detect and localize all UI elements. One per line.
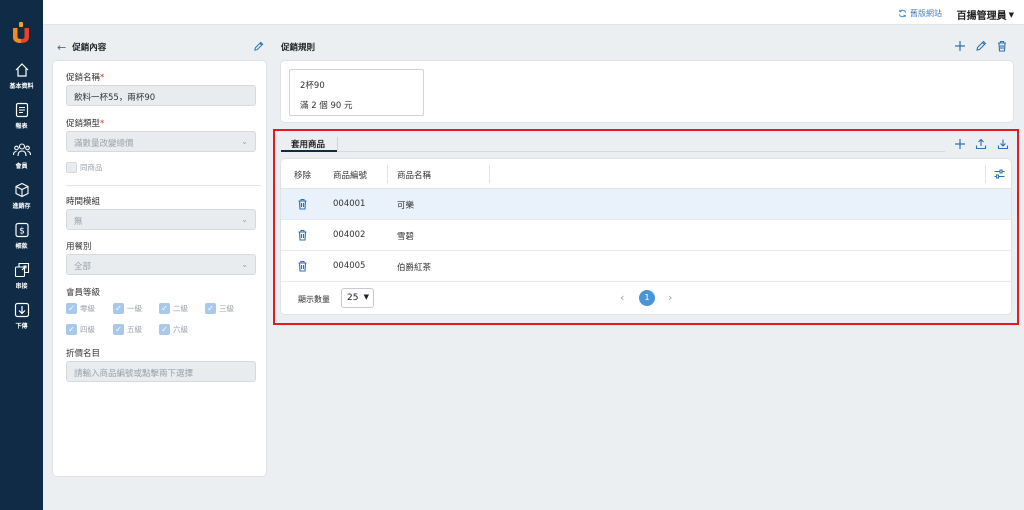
sidebar-item-basic-data[interactable]: 基本資料 [0,62,43,90]
promo-type-select[interactable]: 滿數量改變總價 ⌄ [66,131,256,152]
check-icon: ✓ [205,303,216,314]
svg-text:$: $ [19,227,25,237]
member-level-label: 三級 [219,304,234,313]
chevron-down-icon: ⌄ [241,215,248,224]
promo-content-header: ← 促銷內容 [52,38,266,56]
promo-type-value: 滿數量改變總價 [74,139,134,149]
member-level-label: 四級 [80,325,95,334]
edit-icon[interactable] [975,40,987,52]
sidebar-item-label: 會員 [15,163,28,170]
chevron-down-icon: ⌄ [241,137,248,146]
member-level-checkbox[interactable]: ✓ 五級 [113,324,142,335]
sidebar-item-billing[interactable]: $ 帳款 [0,222,43,250]
app-logo [13,22,29,43]
back-arrow-icon[interactable]: ← [57,41,66,54]
billing-icon: $ [14,222,29,238]
inventory-icon [14,182,29,198]
sidebar-item-members[interactable]: 會員 [0,142,43,170]
same-item-label: 同商品 [80,163,103,172]
check-icon: ✓ [66,303,77,314]
promo-rules-header: 促銷規則 [281,38,1011,56]
promo-name-field[interactable]: 飲料一杯55，兩杯90 [66,85,256,106]
rule-card[interactable]: 2杯90 滿 2 個 90 元 [289,69,424,116]
meal-type-value: 全部 [74,262,92,272]
promo-type-label: 促銷類型* [66,119,105,129]
home-icon [15,63,28,77]
check-icon: ✓ [66,324,77,335]
discount-list-label: 折價名目 [66,349,101,359]
promo-content-title: 促銷內容 [72,43,107,53]
member-level-checkbox[interactable]: ✓ 零級 [66,303,95,314]
time-module-select[interactable]: 無 ⌄ [66,209,256,230]
meal-type-select[interactable]: 全部 ⌄ [66,254,256,275]
promo-name-label: 促銷名稱* [66,73,105,83]
discount-list-field[interactable]: 請輸入商品編號或點擊兩下選擇 [66,361,256,382]
sidebar-item-label: 串接 [15,283,28,290]
report-icon [15,102,28,118]
member-level-checkbox[interactable]: ✓ 三級 [205,303,234,314]
check-icon: ✓ [159,303,170,314]
same-item-checkbox[interactable]: 同商品 [66,162,103,173]
check-icon: ✓ [113,324,124,335]
promo-content-panel: 促銷名稱* 飲料一杯55，兩杯90 促銷類型* 滿數量改變總價 ⌄ 同商品 時間… [52,60,267,477]
member-level-label: 六級 [173,325,188,334]
highlight-box [273,129,1019,325]
caret-down-icon: ▼ [1008,10,1014,19]
sidebar-item-inventory[interactable]: 進銷存 [0,182,43,210]
user-menu[interactable]: 百揚管理員 ▼ [956,7,1014,23]
member-level-label: 一級 [127,304,142,313]
trash-icon[interactable] [996,40,1008,52]
download-icon [14,302,29,318]
rule-card-title: 2杯90 [300,81,325,91]
divider [66,185,261,186]
plus-icon[interactable] [954,40,966,52]
member-level-checkbox[interactable]: ✓ 二級 [159,303,188,314]
sidebar-item-integration[interactable]: 串接 [0,262,43,290]
old-site-label: 舊版網站 [910,9,942,18]
integration-icon [14,262,29,278]
time-module-value: 無 [74,217,83,227]
old-site-link[interactable]: 舊版網站 [898,8,942,19]
member-level-label: 五級 [127,325,142,334]
member-level-label: 二級 [173,304,188,313]
sidebar-item-label: 基本資料 [9,83,34,90]
check-icon: ✓ [159,324,170,335]
sidebar-item-label: 進銷存 [12,203,31,210]
sync-icon [898,9,907,18]
edit-icon[interactable] [253,41,264,52]
member-level-label: 會員等級 [66,288,101,298]
rule-card-detail: 滿 2 個 90 元 [300,101,353,111]
sidebar-item-label: 帳款 [15,243,28,250]
check-icon: ✓ [113,303,124,314]
chevron-down-icon: ⌄ [241,260,248,269]
member-level-label: 零級 [80,304,95,313]
member-level-checkbox[interactable]: ✓ 六級 [159,324,188,335]
sidebar-item-label: 報表 [15,123,28,130]
member-level-checkbox[interactable]: ✓ 一級 [113,303,142,314]
sidebar: 基本資料 報表 會員 進銷存 $ 帳款 串接 下傳 [0,0,43,510]
sidebar-item-download[interactable]: 下傳 [0,302,43,330]
promo-rules-title: 促銷規則 [281,43,316,53]
time-module-label: 時間模組 [66,197,101,207]
members-icon [12,143,31,157]
meal-type-label: 用餐別 [66,242,92,252]
promo-rules-panel: 2杯90 滿 2 個 90 元 [280,60,1014,123]
member-level-checkbox[interactable]: ✓ 四級 [66,324,95,335]
top-bar: 舊版網站 百揚管理員 ▼ [43,0,1024,25]
user-name: 百揚管理員 [956,11,1007,22]
sidebar-item-label: 下傳 [15,323,28,330]
sidebar-item-reports[interactable]: 報表 [0,102,43,130]
checkbox-box [66,162,77,173]
